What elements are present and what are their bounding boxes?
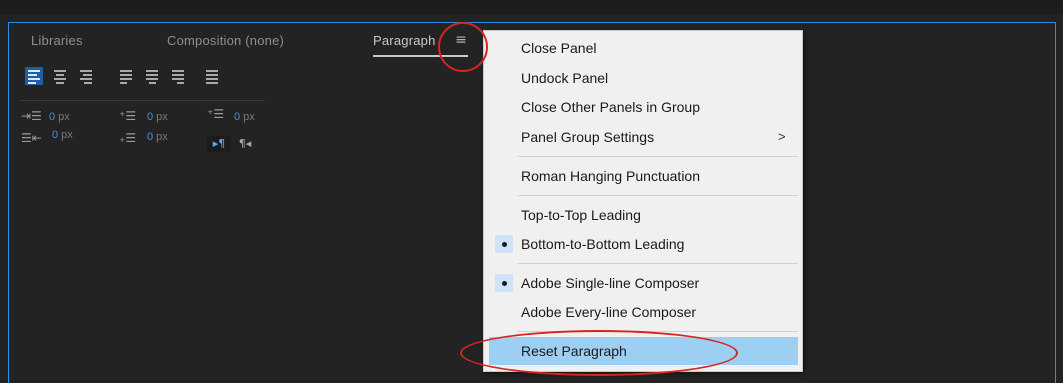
tab-libraries[interactable]: Libraries bbox=[31, 33, 83, 48]
tab-paragraph[interactable]: Paragraph bbox=[373, 33, 436, 48]
align-right-icon[interactable] bbox=[77, 67, 95, 85]
space-before-icon: ⁺☰ bbox=[119, 109, 137, 123]
annotation-circle-menu-icon bbox=[438, 22, 488, 72]
chevron-right-icon: > bbox=[778, 129, 786, 144]
first-line-indent-field[interactable]: 0 px bbox=[234, 111, 255, 123]
menu-item-adobe-single-line-composer[interactable]: Adobe Single-line Composer bbox=[484, 269, 802, 297]
menu-item-close-panel[interactable]: Close Panel bbox=[484, 34, 802, 62]
align-center-icon[interactable] bbox=[51, 67, 69, 85]
space-before-field[interactable]: 0 px bbox=[147, 111, 168, 123]
first-line-indent-icon: ⁺☰ bbox=[207, 107, 225, 121]
align-left-icon[interactable] bbox=[25, 67, 43, 85]
indent-left-icon: ⇥☰ bbox=[21, 109, 42, 123]
menu-item-close-other-panels[interactable]: Close Other Panels in Group bbox=[484, 93, 802, 121]
menu-separator bbox=[518, 195, 798, 196]
menu-item-panel-group-settings[interactable]: Panel Group Settings > bbox=[484, 123, 802, 151]
menu-separator bbox=[518, 263, 798, 264]
checked-bullet-icon bbox=[495, 235, 513, 253]
menu-item-bottom-to-bottom-leading[interactable]: Bottom-to-Bottom Leading bbox=[484, 230, 802, 258]
menu-item-undock-panel[interactable]: Undock Panel bbox=[484, 64, 802, 92]
space-after-icon: ₊☰ bbox=[119, 131, 137, 145]
justify-all-icon[interactable] bbox=[203, 67, 221, 85]
indent-right-field[interactable]: 0 px bbox=[52, 129, 73, 141]
menu-item-adobe-every-line-composer[interactable]: Adobe Every-line Composer bbox=[484, 298, 802, 326]
indent-left-field[interactable]: 0 px bbox=[49, 111, 70, 123]
space-after-field[interactable]: 0 px bbox=[147, 131, 168, 143]
menu-separator bbox=[518, 156, 798, 157]
justify-last-center-icon[interactable] bbox=[143, 67, 161, 85]
section-divider bbox=[21, 100, 265, 101]
annotation-circle-reset-paragraph bbox=[460, 330, 738, 376]
window-top-strip bbox=[0, 0, 1063, 14]
checked-bullet-icon bbox=[495, 274, 513, 292]
justify-last-right-icon[interactable] bbox=[169, 67, 187, 85]
panel-flyout-menu: Close Panel Undock Panel Close Other Pan… bbox=[483, 30, 803, 372]
justify-last-left-icon[interactable] bbox=[117, 67, 135, 85]
menu-item-roman-hanging-punctuation[interactable]: Roman Hanging Punctuation bbox=[484, 162, 802, 190]
indent-right-icon: ☰⇤ bbox=[21, 131, 42, 145]
right-to-left-direction-button[interactable]: ¶◂ bbox=[233, 136, 257, 152]
left-to-right-direction-button[interactable]: ▸¶ bbox=[207, 136, 231, 152]
tab-composition[interactable]: Composition (none) bbox=[167, 33, 284, 48]
menu-item-top-to-top-leading[interactable]: Top-to-Top Leading bbox=[484, 201, 802, 229]
